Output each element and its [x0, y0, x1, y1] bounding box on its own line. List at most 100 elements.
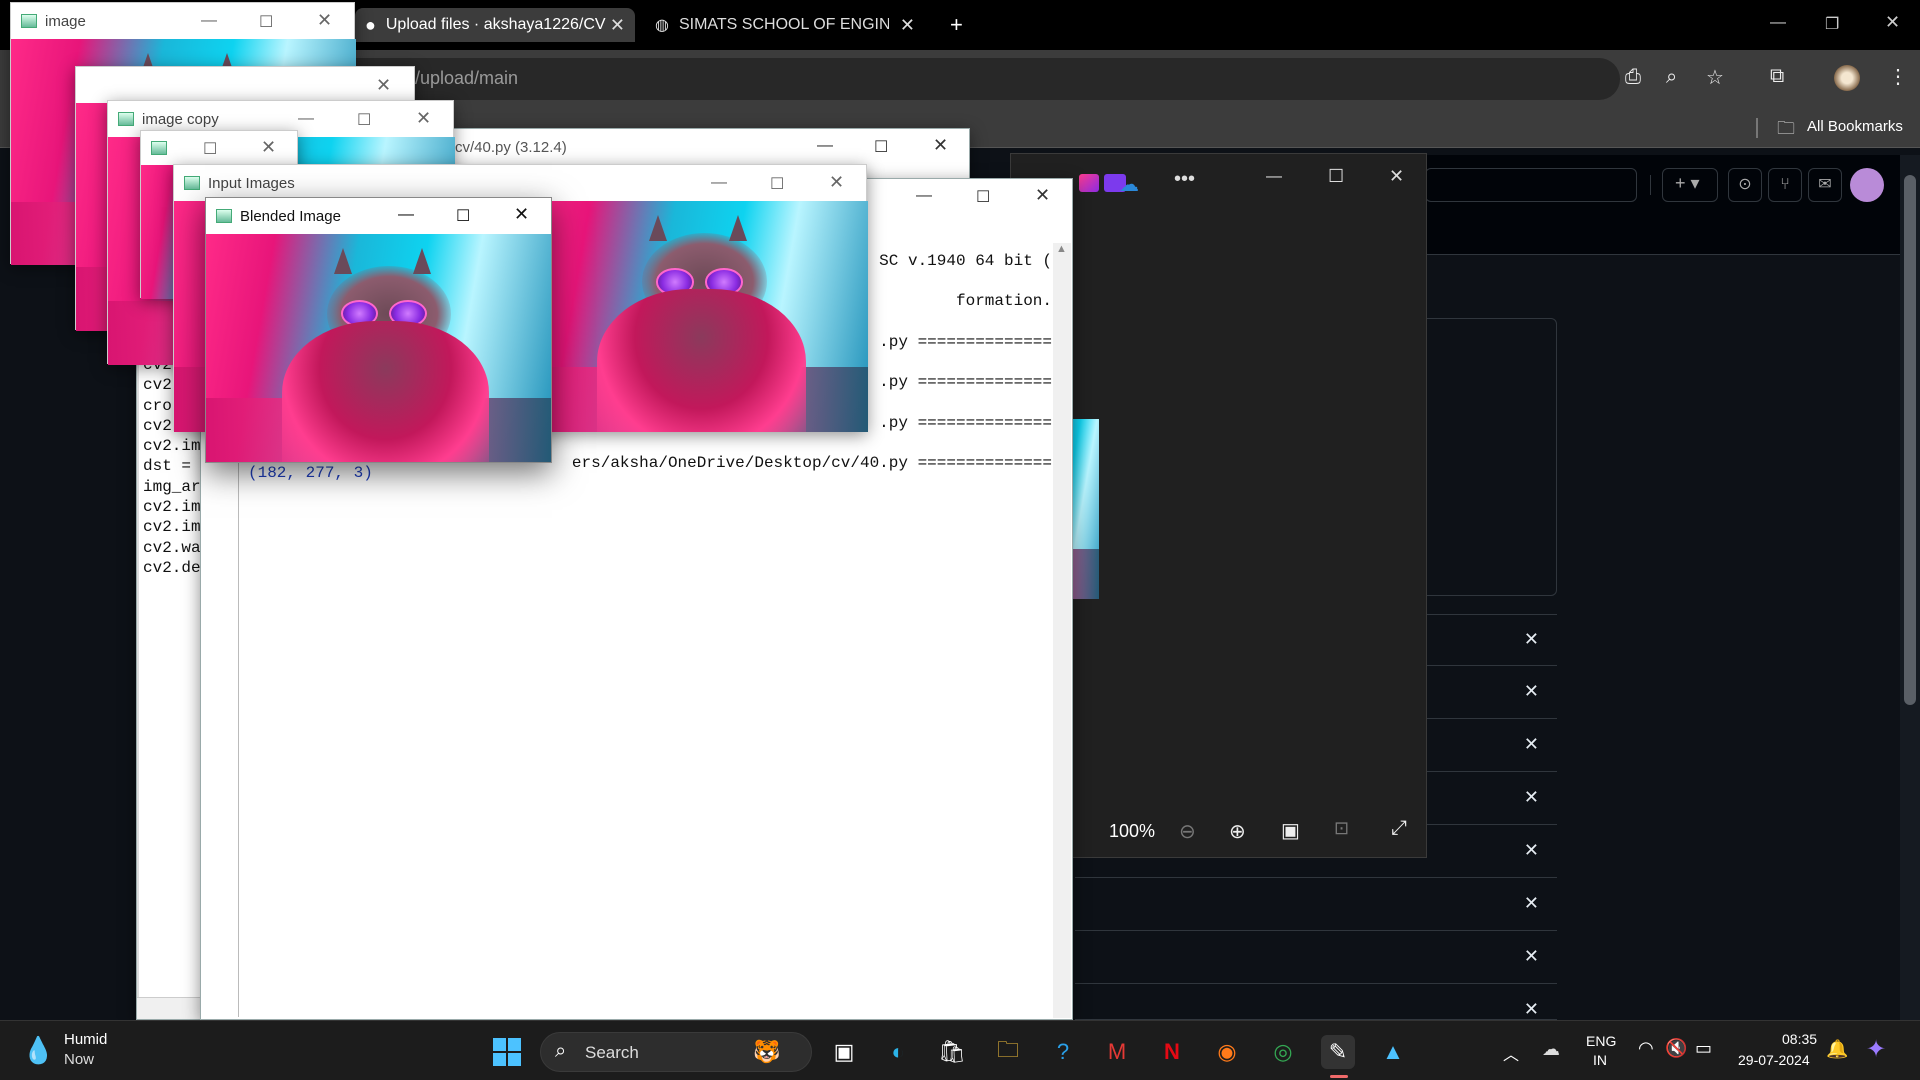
zoom-icon[interactable]: ⌕	[1666, 66, 1677, 89]
address-bar[interactable]	[330, 58, 1620, 100]
github-search-input[interactable]	[1425, 168, 1637, 202]
close-icon[interactable]: ✕	[933, 135, 948, 156]
close-icon[interactable]: ✕	[317, 10, 332, 31]
more-icon[interactable]: •••	[1174, 168, 1195, 191]
pull-requests-icon[interactable]: ⑂	[1768, 168, 1802, 202]
github-scrollbar[interactable]	[1900, 155, 1920, 1020]
inbox-icon[interactable]: ✉	[1808, 168, 1842, 202]
clock-date[interactable]: 29-07-2024	[1738, 1052, 1810, 1068]
title-bar: Blended Image — ☐ ✕	[206, 198, 551, 234]
zoom-in-icon[interactable]: ⊕	[1229, 819, 1246, 844]
volume-icon[interactable]: 🔇	[1665, 1038, 1687, 1059]
install-app-icon[interactable]: ⎙	[1625, 66, 1641, 89]
idle-icon[interactable]: ✎	[1321, 1035, 1355, 1069]
close-icon[interactable]: ✕	[610, 15, 625, 36]
scrollbar-thumb[interactable]	[1904, 175, 1916, 705]
minimize-icon[interactable]: —	[398, 206, 414, 224]
lang-bottom[interactable]: IN	[1593, 1052, 1607, 1068]
window-icon	[184, 176, 200, 190]
remove-icon[interactable]: ✕	[1524, 946, 1539, 967]
search-icon: ⌕	[555, 1040, 567, 1062]
minimize-icon[interactable]: —	[916, 187, 932, 205]
mcafee-icon[interactable]: M	[1100, 1035, 1134, 1069]
close-icon[interactable]: ✕	[829, 172, 844, 193]
menu-icon[interactable]: ⋮	[1888, 64, 1908, 89]
fit-to-window-icon[interactable]: ▣	[1281, 818, 1300, 843]
netflix-icon[interactable]: N	[1155, 1035, 1189, 1069]
maximize-icon[interactable]: ☐	[259, 12, 273, 32]
remove-icon[interactable]: ✕	[1524, 893, 1539, 914]
divider	[1650, 175, 1651, 195]
close-icon[interactable]: ✕	[1389, 166, 1404, 187]
actual-size-icon[interactable]: ⊡	[1334, 818, 1349, 839]
extensions-icon[interactable]: ⧉	[1770, 65, 1784, 88]
start-button[interactable]	[490, 1035, 524, 1069]
running-indicator	[1330, 1075, 1348, 1078]
maximize-icon[interactable]: ☐	[770, 174, 784, 194]
minimize-icon[interactable]: —	[298, 110, 314, 128]
github-header: + ▾ ⊙ ⑂ ✉	[1400, 155, 1900, 255]
avatar[interactable]	[1850, 168, 1884, 202]
battery-icon[interactable]: ▭	[1695, 1038, 1712, 1059]
minimize-icon[interactable]: —	[711, 174, 727, 192]
minimize-icon[interactable]: —	[201, 12, 217, 30]
file-explorer-icon[interactable]: 🗀	[991, 1035, 1025, 1069]
maximize-icon[interactable]: ☐	[874, 137, 888, 157]
new-tab-button[interactable]: +	[940, 8, 980, 42]
globe-icon: ◍	[655, 17, 669, 34]
close-icon[interactable]: ✕	[1885, 12, 1900, 33]
maximize-icon[interactable]: ☐	[976, 187, 990, 207]
photos-icon[interactable]: ▲	[1376, 1035, 1410, 1069]
avatar[interactable]	[1834, 65, 1860, 91]
minimize-icon[interactable]: —	[1266, 168, 1282, 186]
restore-icon[interactable]: ❐	[1825, 14, 1839, 34]
remove-icon[interactable]: ✕	[1524, 629, 1539, 650]
maximize-icon[interactable]: ☐	[1328, 166, 1344, 187]
remove-icon[interactable]: ✕	[1524, 734, 1539, 755]
scroll-up-icon[interactable]: ▲	[1056, 243, 1067, 255]
wifi-icon[interactable]: ◠	[1638, 1038, 1654, 1059]
shell-scrollbar[interactable]: ▲	[1053, 243, 1071, 1018]
clock-time[interactable]: 08:35	[1782, 1031, 1817, 1047]
firefox-icon[interactable]: ◉	[1210, 1035, 1244, 1069]
maximize-icon[interactable]: ☐	[456, 206, 470, 226]
maximize-icon[interactable]: ☐	[203, 139, 217, 159]
edge-icon[interactable]: ◐	[881, 1035, 915, 1069]
chrome-icon[interactable]: ◎	[1266, 1035, 1300, 1069]
task-view-icon[interactable]: ▣	[827, 1035, 861, 1069]
close-icon[interactable]: ✕	[1035, 185, 1050, 206]
create-new-button[interactable]: + ▾	[1662, 168, 1718, 202]
search-box[interactable]: ⌕ Search 🐯	[540, 1032, 812, 1072]
remove-icon[interactable]: ✕	[1524, 840, 1539, 861]
all-bookmarks[interactable]: All Bookmarks	[1807, 118, 1903, 135]
star-icon[interactable]: ☆	[1706, 65, 1724, 90]
tab-simats[interactable]: ◍ SIMATS SCHOOL OF ENGINEERI ✕	[645, 8, 925, 42]
code-line: cv2.de	[143, 558, 201, 577]
file-row: ✕	[1075, 932, 1557, 984]
close-icon[interactable]: ✕	[514, 204, 529, 225]
notification-bell-icon[interactable]: 🔔	[1826, 1039, 1848, 1060]
fullscreen-icon[interactable]: ⤢	[1391, 817, 1407, 840]
copilot-icon[interactable]: ✦	[1866, 1035, 1886, 1064]
maximize-icon[interactable]: ☐	[357, 110, 371, 130]
close-icon[interactable]: ✕	[900, 15, 915, 36]
minimize-icon[interactable]: —	[817, 137, 833, 155]
lang-top[interactable]: ENG	[1586, 1033, 1616, 1049]
tab-upload-files[interactable]: ● Upload files · akshaya1226/CV ✕	[355, 8, 635, 42]
onedrive-status-icon[interactable]: ☁	[1542, 1039, 1560, 1060]
helper-app-icon[interactable]: ?	[1046, 1035, 1080, 1069]
remove-icon[interactable]: ✕	[1524, 787, 1539, 808]
close-icon[interactable]: ✕	[376, 75, 391, 96]
store-icon[interactable]: 🛍	[935, 1035, 969, 1069]
chevron-up-icon[interactable]: ︿	[1503, 1041, 1519, 1065]
code-line: cv2.im	[143, 498, 201, 517]
zoom-out-icon[interactable]: ⊖	[1179, 819, 1196, 844]
close-icon[interactable]: ✕	[261, 137, 276, 158]
weather-widget[interactable]: 💧 Humid Now	[18, 1031, 138, 1071]
issues-icon[interactable]: ⊙	[1728, 168, 1762, 202]
minimize-icon[interactable]: —	[1770, 14, 1786, 32]
close-icon[interactable]: ✕	[416, 108, 431, 129]
search-highlight-icon: 🐯	[753, 1039, 781, 1064]
remove-icon[interactable]: ✕	[1524, 681, 1539, 702]
remove-icon[interactable]: ✕	[1524, 999, 1539, 1020]
